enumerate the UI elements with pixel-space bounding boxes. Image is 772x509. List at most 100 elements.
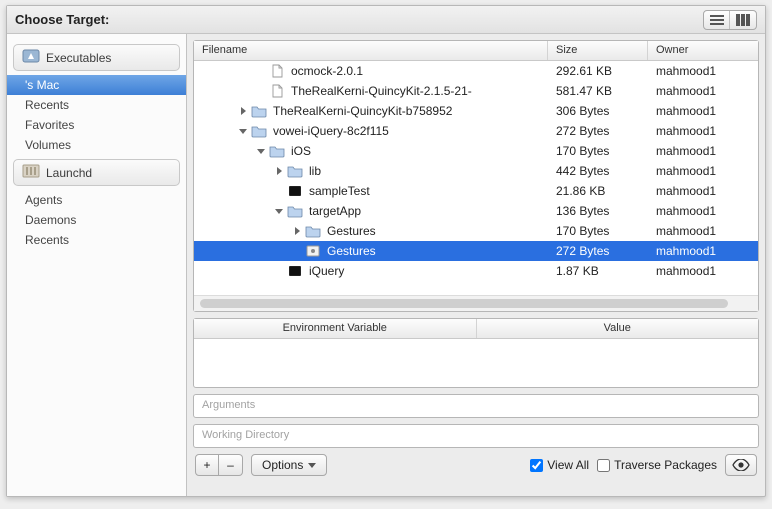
traverse-packages-checkbox[interactable]: Traverse Packages <box>597 458 717 472</box>
eye-icon <box>732 459 750 471</box>
sidebar: Executables's MacRecentsFavoritesVolumes… <box>7 34 187 496</box>
file-cell-owner: mahmood1 <box>648 84 758 98</box>
col-header-owner[interactable]: Owner <box>648 41 758 60</box>
sidebar-item[interactable]: Favorites <box>7 115 186 135</box>
file-row[interactable]: targetApp136 Bytesmahmood1 <box>194 201 758 221</box>
disclosure-spacer <box>292 246 302 256</box>
file-row[interactable]: iOS170 Bytesmahmood1 <box>194 141 758 161</box>
file-row[interactable]: iQuery1.87 KBmahmood1 <box>194 261 758 281</box>
titlebar: Choose Target: <box>7 6 765 34</box>
disclosure-spacer <box>256 86 266 96</box>
arguments-field[interactable]: Arguments <box>193 394 759 418</box>
sidebar-group-header-launchd[interactable]: Launchd <box>13 159 180 186</box>
folder-icon <box>287 163 303 179</box>
disclosure-triangle-icon[interactable] <box>238 106 248 116</box>
main-area: Filename Size Owner ocmock-2.0.1292.61 K… <box>187 34 765 496</box>
environment-variables-table[interactable]: Environment Variable Value <box>193 318 759 388</box>
window-body: Executables's MacRecentsFavoritesVolumes… <box>7 34 765 496</box>
traverse-packages-input[interactable] <box>597 459 610 472</box>
file-name-label: TheRealKerni-QuincyKit-2.1.5-21- <box>291 84 472 98</box>
file-cell-filename: Gestures <box>194 223 548 239</box>
disclosure-triangle-icon[interactable] <box>238 126 248 136</box>
sidebar-group-header-executables[interactable]: Executables <box>13 44 180 71</box>
file-cell-size: 581.47 KB <box>548 84 648 98</box>
disclosure-triangle-icon[interactable] <box>292 226 302 236</box>
file-name-label: iQuery <box>309 264 344 278</box>
env-col-value[interactable]: Value <box>477 319 759 338</box>
columns-icon <box>736 14 750 26</box>
disclosure-triangle-icon[interactable] <box>274 206 284 216</box>
footer-toolbar: + – Options View All Traverse Packages <box>187 448 765 482</box>
col-header-filename[interactable]: Filename <box>194 41 548 60</box>
file-row[interactable]: vowei-iQuery-8c2f115272 Bytesmahmood1 <box>194 121 758 141</box>
env-table-header: Environment Variable Value <box>194 319 758 339</box>
file-row[interactable]: sampleTest21.86 KBmahmood1 <box>194 181 758 201</box>
file-row[interactable]: TheRealKerni-QuincyKit-2.1.5-21- 581.47 K… <box>194 81 758 101</box>
file-row[interactable]: lib 442 Bytesmahmood1 <box>194 161 758 181</box>
disclosure-spacer <box>274 266 284 276</box>
view-toggle <box>703 10 757 30</box>
working-directory-field[interactable]: Working Directory <box>193 424 759 448</box>
file-cell-filename: sampleTest <box>194 183 548 199</box>
sidebar-item[interactable]: Agents <box>7 190 186 210</box>
col-header-size[interactable]: Size <box>548 41 648 60</box>
file-cell-size: 170 Bytes <box>548 144 648 158</box>
file-cell-filename: targetApp <box>194 203 548 219</box>
choose-target-window: Choose Target: Executables's MacRecentsF… <box>6 5 766 497</box>
file-row[interactable]: TheRealKerni-QuincyKit-b758952306 Bytesm… <box>194 101 758 121</box>
lower-panels: Environment Variable Value Arguments Wor… <box>193 318 759 448</box>
file-name-label: vowei-iQuery-8c2f115 <box>273 124 389 138</box>
file-cell-owner: mahmood1 <box>648 124 758 138</box>
file-cell-owner: mahmood1 <box>648 64 758 78</box>
list-view-button[interactable] <box>704 11 730 29</box>
file-cell-size: 272 Bytes <box>548 244 648 258</box>
file-name-label: lib <box>309 164 321 178</box>
file-cell-filename: vowei-iQuery-8c2f115 <box>194 123 548 139</box>
quick-look-button[interactable] <box>725 454 757 476</box>
folder-icon <box>251 103 267 119</box>
sidebar-item[interactable]: 's Mac <box>7 75 186 95</box>
list-icon <box>710 14 724 26</box>
file-cell-filename: TheRealKerni-QuincyKit-b758952 <box>194 103 548 119</box>
doc-icon <box>269 83 285 99</box>
file-cell-owner: mahmood1 <box>648 244 758 258</box>
options-menu[interactable]: Options <box>251 454 327 476</box>
doc-icon <box>269 63 285 79</box>
file-row[interactable]: ocmock-2.0.1292.61 KBmahmood1 <box>194 61 758 81</box>
file-list-hscroll[interactable] <box>194 295 758 311</box>
disclosure-triangle-icon[interactable] <box>274 166 284 176</box>
file-list-header: Filename Size Owner <box>194 41 758 61</box>
view-all-input[interactable] <box>530 459 543 472</box>
file-cell-size: 1.87 KB <box>548 264 648 278</box>
file-cell-filename: lib <box>194 163 548 179</box>
env-col-variable[interactable]: Environment Variable <box>194 319 477 338</box>
add-button[interactable]: + <box>195 454 219 476</box>
file-cell-owner: mahmood1 <box>648 204 758 218</box>
file-cell-filename: Gestures <box>194 243 548 259</box>
disclosure-spacer <box>256 66 266 76</box>
remove-button[interactable]: – <box>219 454 243 476</box>
file-cell-owner: mahmood1 <box>648 164 758 178</box>
file-cell-filename: TheRealKerni-QuincyKit-2.1.5-21- <box>194 83 548 99</box>
file-cell-size: 306 Bytes <box>548 104 648 118</box>
exec-icon <box>287 263 303 279</box>
sidebar-item[interactable]: Daemons <box>7 210 186 230</box>
sidebar-group-label: Launchd <box>46 166 92 180</box>
sidebar-item[interactable]: Recents <box>7 95 186 115</box>
view-all-checkbox[interactable]: View All <box>530 458 589 472</box>
app-icon <box>22 49 40 66</box>
file-cell-size: 442 Bytes <box>548 164 648 178</box>
disclosure-triangle-icon[interactable] <box>256 146 266 156</box>
file-cell-owner: mahmood1 <box>648 224 758 238</box>
sidebar-item[interactable]: Recents <box>7 230 186 250</box>
folder-icon <box>305 223 321 239</box>
file-cell-size: 170 Bytes <box>548 224 648 238</box>
folder-icon <box>251 123 267 139</box>
column-view-button[interactable] <box>730 11 756 29</box>
file-row[interactable]: Gestures170 Bytesmahmood1 <box>194 221 758 241</box>
sidebar-item[interactable]: Volumes <box>7 135 186 155</box>
file-list-rows[interactable]: ocmock-2.0.1292.61 KBmahmood1TheRealKern… <box>194 61 758 295</box>
file-cell-filename: iQuery <box>194 263 548 279</box>
file-row[interactable]: Gestures272 Bytesmahmood1 <box>194 241 758 261</box>
scroll-thumb[interactable] <box>200 299 728 308</box>
